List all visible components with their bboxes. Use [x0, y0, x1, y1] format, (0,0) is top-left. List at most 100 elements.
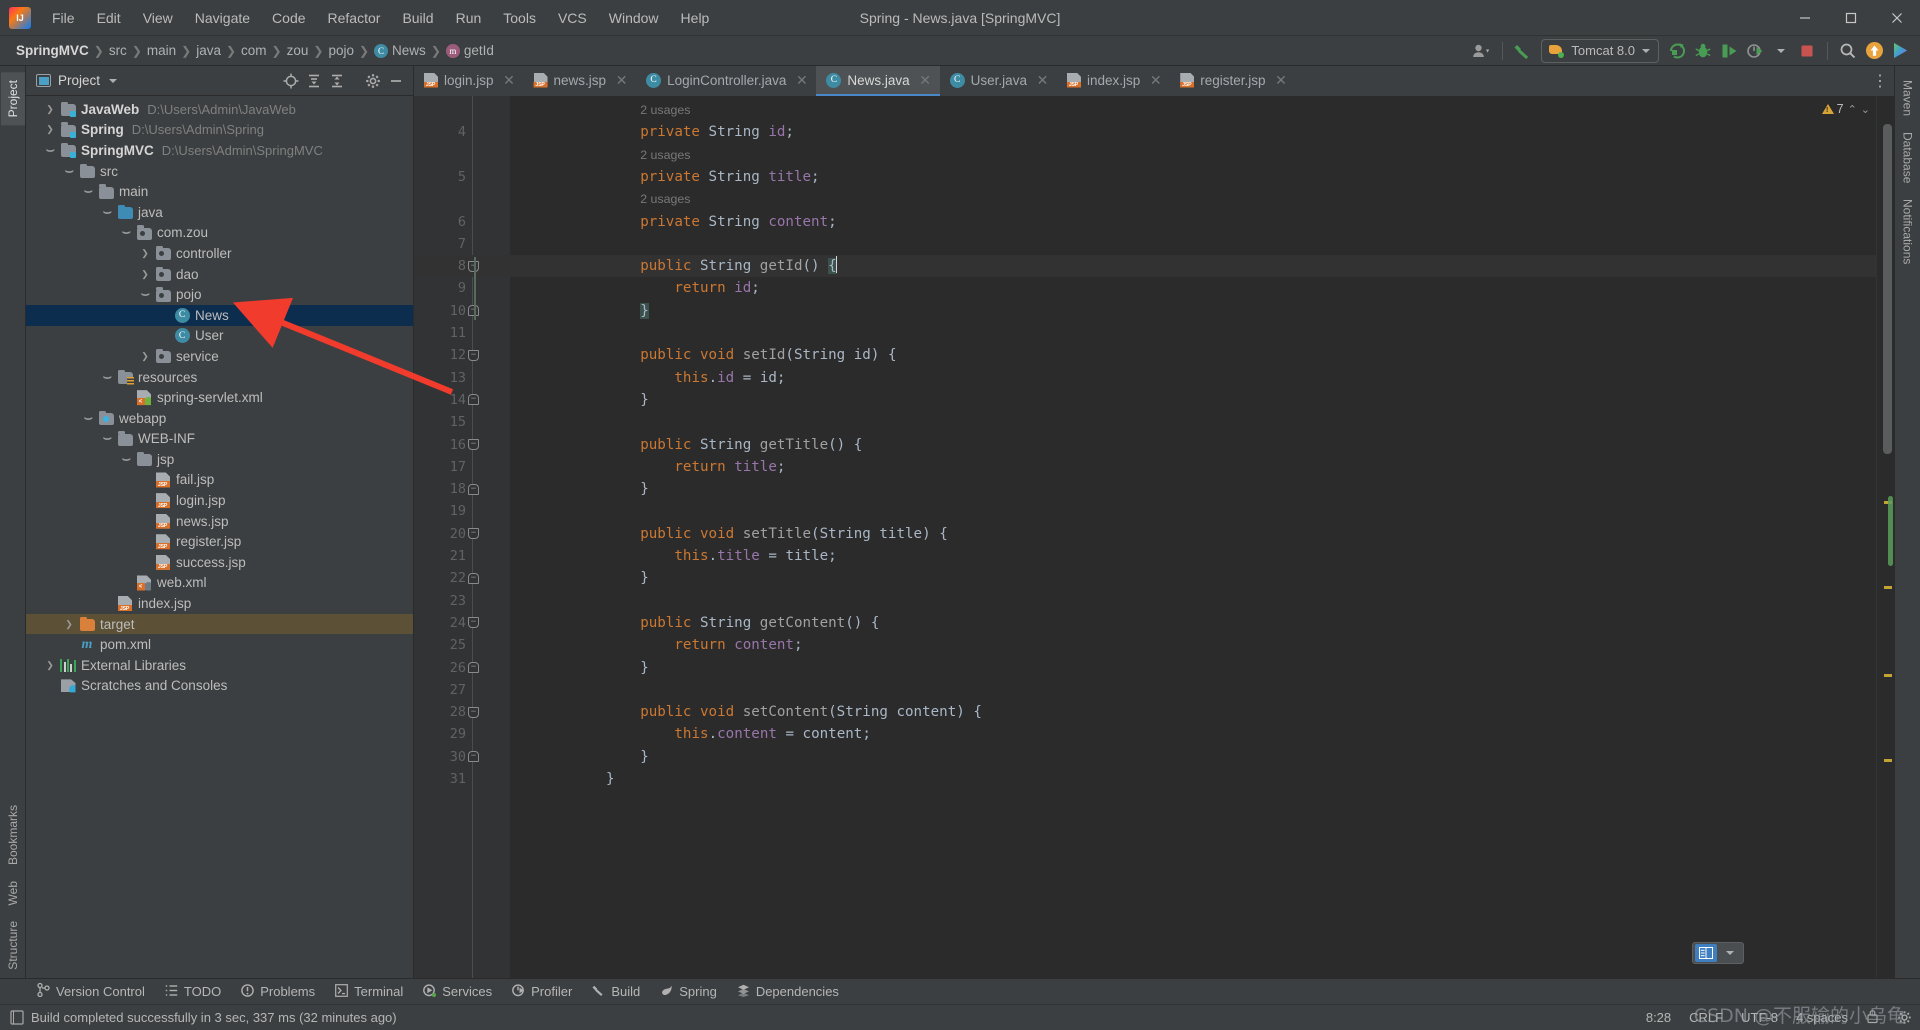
tree-item-springmvc[interactable]: ❫ SpringMVC D:\Users\Admin\SpringMVC — [26, 140, 413, 161]
menu-tools[interactable]: Tools — [492, 6, 547, 30]
breadcrumb-main[interactable]: main — [143, 41, 180, 60]
editor-gutter[interactable]: 45678−910−1112−1314−1516−1718−1920−2122−… — [414, 96, 510, 978]
tree-item-scratches-and-consoles[interactable]: Scratches and Consoles — [26, 676, 413, 697]
tool-window-button-todo[interactable]: TODO — [156, 982, 230, 1002]
code-editor[interactable]: 45678−910−1112−1314−1516−1718−1920−2122−… — [414, 96, 1894, 978]
fold-region-end-icon[interactable]: − — [468, 394, 479, 406]
breadcrumb-pojo[interactable]: pojo — [324, 41, 358, 60]
tree-expanded-chevron-icon[interactable]: ❫ — [121, 225, 132, 241]
breadcrumb-java[interactable]: java — [192, 41, 225, 60]
menu-help[interactable]: Help — [670, 6, 721, 30]
fold-region-start-icon[interactable]: − — [468, 706, 479, 718]
tree-item-com-zou[interactable]: ❫ com.zou — [26, 223, 413, 244]
collapse-all-icon[interactable] — [326, 70, 348, 92]
chevron-down-icon[interactable] — [109, 78, 118, 83]
tree-item-web-inf[interactable]: ❫ WEB-INF — [26, 429, 413, 450]
editor-floating-toolbar[interactable] — [1692, 942, 1744, 964]
tree-item-dao[interactable]: ❯ dao — [26, 264, 413, 285]
status-message-group[interactable]: Build completed successfully in 3 sec, 3… — [10, 1010, 397, 1025]
tree-item-spring-servlet-xml[interactable]: spring-servlet.xml — [26, 387, 413, 408]
tree-item-user[interactable]: C User — [26, 326, 413, 347]
editor-tab-news-java[interactable]: C News.java ✕ — [816, 66, 940, 96]
hide-panel-icon[interactable] — [385, 70, 407, 92]
tree-item-login-jsp[interactable]: login.jsp — [26, 490, 413, 511]
tool-window-bar[interactable]: Version Control TODO Problems Terminal Servi… — [0, 978, 1920, 1004]
menu-edit[interactable]: Edit — [86, 6, 132, 30]
tree-item-news[interactable]: C News — [26, 304, 413, 326]
run-button[interactable] — [1665, 39, 1689, 63]
tree-collapsed-chevron-icon[interactable]: ❯ — [137, 248, 153, 259]
tool-window-button-spring[interactable]: Spring — [651, 982, 726, 1002]
tree-item-java[interactable]: ❫ java — [26, 202, 413, 223]
next-problem-icon[interactable]: ⌄ — [1861, 103, 1870, 116]
menu-window[interactable]: Window — [598, 6, 670, 30]
rail-tab-database[interactable]: Database — [1896, 124, 1920, 191]
tree-item-javaweb[interactable]: ❯ JavaWeb D:\Users\Admin\JavaWeb — [26, 99, 413, 120]
rail-tab-project[interactable]: Project — [0, 72, 25, 126]
tree-collapsed-chevron-icon[interactable]: ❯ — [42, 124, 58, 135]
tree-item-jsp[interactable]: ❫ jsp — [26, 449, 413, 470]
tree-item-main[interactable]: ❫ main — [26, 181, 413, 202]
editor-vertical-scrollbar-thumb[interactable] — [1883, 124, 1892, 454]
breadcrumb-springmvc[interactable]: SpringMVC — [12, 41, 93, 60]
project-tree[interactable]: ❯ JavaWeb D:\Users\Admin\JavaWeb ❯ Spring D:\… — [26, 96, 413, 978]
rail-tab-bookmarks[interactable]: Bookmarks — [1, 797, 25, 873]
close-tab-icon[interactable]: ✕ — [1275, 72, 1288, 89]
tree-collapsed-chevron-icon[interactable]: ❯ — [42, 104, 58, 115]
usages-inlay-hint[interactable]: 2 usages — [640, 99, 690, 121]
tree-item-webapp[interactable]: ❫ webapp — [26, 408, 413, 429]
tree-item-pom-xml[interactable]: m pom.xml — [26, 634, 413, 655]
tree-expanded-chevron-icon[interactable]: ❫ — [102, 431, 113, 447]
tool-window-button-profiler[interactable]: Profiler — [503, 982, 581, 1002]
tree-collapsed-chevron-icon[interactable]: ❯ — [137, 269, 153, 280]
fold-region-end-icon[interactable]: − — [468, 662, 479, 673]
tree-item-fail-jsp[interactable]: fail.jsp — [26, 470, 413, 491]
rail-tab-maven[interactable]: Maven — [1896, 72, 1920, 124]
warning-count-badge[interactable]: 7 — [1821, 102, 1844, 116]
inspection-marker[interactable] — [1884, 759, 1892, 762]
tree-item-pojo[interactable]: ❫ pojo — [26, 284, 413, 305]
tool-window-button-version-control[interactable]: Version Control — [28, 981, 154, 1002]
close-tab-icon[interactable]: ✕ — [1036, 72, 1049, 89]
fold-region-start-icon[interactable]: − — [468, 528, 479, 540]
tree-expanded-chevron-icon[interactable]: ❫ — [83, 184, 94, 200]
tree-item-controller[interactable]: ❯ controller — [26, 243, 413, 264]
tree-item-index-jsp[interactable]: index.jsp — [26, 593, 413, 614]
tool-window-button-services[interactable]: Services — [414, 982, 501, 1002]
inspection-scroll-strip[interactable] — [1876, 96, 1894, 978]
floating-toolbar-chevron-icon[interactable] — [1719, 944, 1741, 962]
stop-icon[interactable] — [1795, 39, 1819, 63]
tree-expanded-chevron-icon[interactable]: ❫ — [45, 142, 56, 158]
menu-navigate[interactable]: Navigate — [184, 6, 261, 30]
editor-tab-user-java[interactable]: C User.java ✕ — [940, 66, 1057, 96]
rail-tab-web[interactable]: Web — [1, 873, 25, 913]
editor-tabs-bar[interactable]: login.jsp ✕ news.jsp ✕ C LoginController.java… — [414, 66, 1894, 96]
read-only-lock-icon[interactable] — [1866, 1009, 1879, 1027]
gear-icon[interactable] — [1897, 1010, 1912, 1025]
tree-item-register-jsp[interactable]: register.jsp — [26, 531, 413, 552]
menu-vcs[interactable]: VCS — [547, 6, 598, 30]
code-text-area[interactable]: 2 usages private String id; 2 usages privat… — [510, 96, 1876, 978]
user-avatar-icon[interactable] — [1470, 39, 1494, 63]
close-tab-icon[interactable]: ✕ — [615, 72, 628, 89]
editor-tab-logincontroller-java[interactable]: C LoginController.java ✕ — [636, 66, 816, 96]
inspection-marker[interactable] — [1884, 674, 1892, 677]
editor-tab-register-jsp[interactable]: register.jsp ✕ — [1170, 66, 1295, 96]
tool-window-button-dependencies[interactable]: Dependencies — [728, 982, 848, 1002]
tree-expanded-chevron-icon[interactable]: ❫ — [121, 451, 132, 467]
tree-item-web-xml[interactable]: web.xml — [26, 573, 413, 594]
inspection-marker[interactable] — [1884, 586, 1892, 589]
tree-item-src[interactable]: ❫ src — [26, 161, 413, 182]
updates-available-icon[interactable] — [1862, 39, 1886, 63]
tree-item-news-jsp[interactable]: news.jsp — [26, 511, 413, 532]
editor-tab-news-jsp[interactable]: news.jsp ✕ — [524, 66, 637, 96]
close-tab-icon[interactable]: ✕ — [503, 72, 516, 89]
breadcrumb-src[interactable]: src — [105, 41, 131, 60]
tree-item-success-jsp[interactable]: success.jsp — [26, 552, 413, 573]
close-tab-icon[interactable]: ✕ — [919, 72, 932, 89]
run-with-coverage-icon[interactable] — [1717, 39, 1741, 63]
breadcrumb-com[interactable]: com — [237, 41, 271, 60]
line-separator-indicator[interactable]: CRLF — [1689, 1010, 1723, 1025]
menu-file[interactable]: File — [41, 6, 86, 30]
search-everywhere-icon[interactable] — [1836, 39, 1860, 63]
